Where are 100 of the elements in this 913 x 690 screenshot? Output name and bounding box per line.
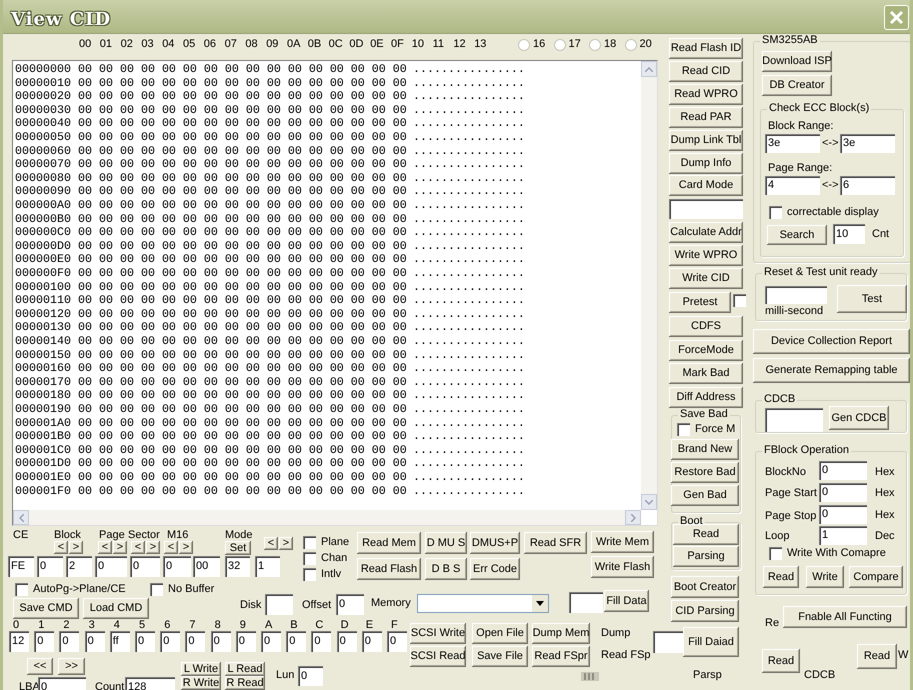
button[interactable]: Write CID xyxy=(669,268,743,289)
button[interactable]: Set xyxy=(225,541,251,555)
button[interactable]: SCSI Read xyxy=(410,646,466,667)
close-button[interactable] xyxy=(884,5,909,30)
button[interactable]: DMUS+P xyxy=(470,532,520,554)
button[interactable]: Read PAR xyxy=(669,107,743,128)
input-field[interactable] xyxy=(569,592,603,613)
button[interactable]: Pretest xyxy=(669,292,731,313)
button[interactable]: Parsing xyxy=(673,546,739,567)
input-field[interactable]: 0 xyxy=(298,666,323,686)
button[interactable]: Generate Remapping table xyxy=(753,358,910,383)
button[interactable]: Fnable All Functing xyxy=(783,606,907,628)
button[interactable]: Download ISP xyxy=(762,51,832,72)
button[interactable]: > xyxy=(69,541,83,554)
button[interactable]: Read xyxy=(857,644,897,669)
input-field[interactable]: 0 xyxy=(261,631,281,652)
button[interactable]: Calculate Addr xyxy=(669,222,743,243)
button[interactable]: DB Creator xyxy=(762,75,832,96)
button[interactable]: Read CID xyxy=(669,61,743,82)
input-field[interactable]: 0 xyxy=(210,631,231,652)
button[interactable]: D B S xyxy=(425,558,467,580)
button[interactable]: > xyxy=(146,541,160,554)
button[interactable]: Restore Bad xyxy=(671,462,739,483)
button[interactable]: Dump Link Tbl xyxy=(669,130,743,151)
button[interactable]: R Write xyxy=(181,676,221,690)
button[interactable]: Save CMD xyxy=(13,598,79,619)
button[interactable]: Search xyxy=(767,225,827,245)
button[interactable]: < xyxy=(131,541,145,554)
button[interactable]: Open File xyxy=(472,623,528,644)
button[interactable]: Err Code xyxy=(470,558,520,580)
input-field[interactable]: 0 xyxy=(38,677,86,690)
input-field[interactable]: 0 xyxy=(59,631,80,652)
button[interactable]: Read Mem xyxy=(357,532,421,554)
input-field[interactable]: 0 xyxy=(185,631,206,652)
scroll-up-button[interactable] xyxy=(641,61,657,77)
input-field[interactable]: 0 xyxy=(819,505,867,524)
input-field[interactable]: 0 xyxy=(362,631,382,652)
button[interactable]: Dump Info xyxy=(669,153,743,174)
input-field[interactable] xyxy=(765,286,827,304)
input-field[interactable]: 0 xyxy=(130,556,160,577)
input-field[interactable]: 00 xyxy=(193,556,220,577)
button[interactable]: Load CMD xyxy=(83,598,149,619)
input-field[interactable]: 0 xyxy=(34,631,54,652)
checkbox[interactable]: correctable display xyxy=(769,206,879,219)
button[interactable]: ForceMode xyxy=(669,340,743,361)
button[interactable]: Read xyxy=(762,649,800,673)
dropdown[interactable] xyxy=(417,594,549,613)
button[interactable]: CDFS xyxy=(669,316,743,337)
input-field[interactable]: 32 xyxy=(225,556,250,577)
radio-button[interactable]: 18 xyxy=(589,38,616,51)
button[interactable]: Read Flash xyxy=(357,558,421,580)
button[interactable]: < xyxy=(264,537,278,550)
button[interactable]: Mark Bad xyxy=(669,363,743,384)
input-field[interactable]: 0 xyxy=(336,594,364,615)
button[interactable]: Gen CDCB xyxy=(829,406,889,430)
button[interactable]: < xyxy=(54,541,68,554)
button[interactable]: SCSI Write xyxy=(410,623,466,644)
button[interactable]: R Read xyxy=(225,676,265,690)
checkbox[interactable]: Write With Comapre xyxy=(769,547,886,560)
input-field[interactable]: FE xyxy=(8,556,34,577)
button[interactable]: Read WPRO xyxy=(669,84,743,105)
button[interactable]: Read SFR xyxy=(524,532,587,554)
scroll-right-button[interactable] xyxy=(625,510,641,525)
input-field[interactable]: 3e xyxy=(840,134,895,153)
button[interactable]: > xyxy=(179,541,193,554)
button[interactable]: Card Mode xyxy=(669,175,743,196)
button[interactable]: Gen Bad xyxy=(671,485,739,506)
button[interactable]: Brand New xyxy=(671,439,739,460)
button[interactable]: < xyxy=(164,541,178,554)
checkbox[interactable]: AutoPg->Plane/CE xyxy=(15,583,126,596)
input-field[interactable]: 4 xyxy=(765,176,820,195)
checkbox[interactable]: Plane xyxy=(303,536,350,549)
button[interactable]: Write Flash xyxy=(591,556,654,578)
input-field[interactable]: 0 xyxy=(135,631,155,652)
input-field[interactable]: 0 xyxy=(286,631,306,652)
input-field[interactable]: 0 xyxy=(336,631,357,652)
scroll-down-button[interactable] xyxy=(641,494,657,510)
input-field[interactable]: 2 xyxy=(66,556,92,577)
button[interactable]: << xyxy=(27,658,53,675)
checkbox[interactable]: Chan xyxy=(303,552,348,565)
checkbox[interactable]: Force M xyxy=(677,423,736,436)
button[interactable]: CID Parsing xyxy=(671,600,739,622)
button[interactable]: Test xyxy=(837,285,907,313)
input-field[interactable] xyxy=(653,631,683,653)
input-field[interactable]: 128 xyxy=(125,677,175,690)
input-field[interactable]: 0 xyxy=(95,556,127,577)
input-field[interactable]: 0 xyxy=(819,461,867,480)
horizontal-scrollbar[interactable] xyxy=(13,510,641,525)
input-field[interactable]: 0 xyxy=(387,631,407,652)
vertical-scrollbar[interactable] xyxy=(641,61,657,510)
button[interactable]: Read FSpr xyxy=(532,646,590,667)
input-field[interactable]: 6 xyxy=(840,176,895,195)
button[interactable]: Write WPRO xyxy=(669,245,743,266)
button[interactable]: Read xyxy=(763,566,799,588)
button[interactable]: Device Collection Report xyxy=(753,329,910,354)
checkbox[interactable]: Intlv xyxy=(303,568,342,581)
button[interactable]: Diff Address xyxy=(669,387,743,408)
input-field[interactable] xyxy=(669,199,743,219)
button[interactable]: L Read xyxy=(225,662,265,676)
input-field[interactable]: 3e xyxy=(765,134,820,153)
